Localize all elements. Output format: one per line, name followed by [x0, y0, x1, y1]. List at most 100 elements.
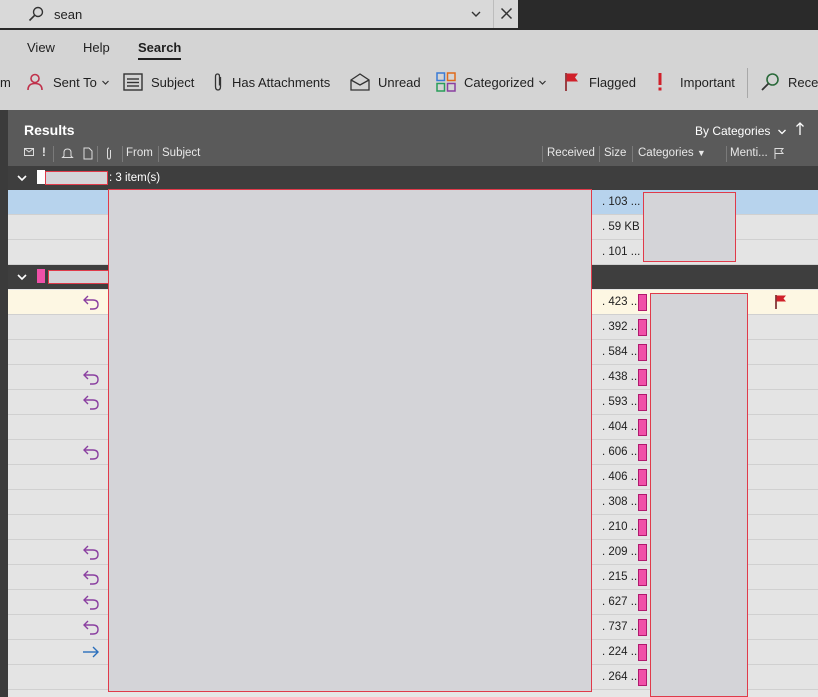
- category-swatch: [638, 619, 647, 636]
- column-divider: [726, 146, 727, 162]
- row-size: . 392 ...: [602, 321, 641, 333]
- arrange-by-dropdown[interactable]: By Categories: [695, 124, 787, 138]
- subject-button[interactable]: Subject: [123, 70, 194, 94]
- received-button[interactable]: Rece: [760, 70, 818, 94]
- row-size: . 308 ...: [602, 496, 641, 508]
- reminder-icon[interactable]: [61, 147, 74, 160]
- category-swatch: [37, 170, 45, 184]
- row-size: . 627 ...: [602, 596, 641, 608]
- category-swatch: [638, 444, 647, 461]
- column-divider: [158, 146, 159, 162]
- column-received[interactable]: Received: [547, 147, 595, 159]
- read-status-icon[interactable]: [24, 147, 36, 159]
- replied-icon: [82, 544, 100, 563]
- row-size: . 215 ...: [602, 571, 641, 583]
- has-attachments-button[interactable]: Has Attachments: [212, 70, 330, 94]
- column-divider: [599, 146, 600, 162]
- replied-icon: [82, 369, 100, 388]
- importance-column-icon[interactable]: !: [42, 147, 46, 159]
- column-categories-label: Categories: [638, 147, 694, 159]
- row-size: . 438 ...: [602, 371, 641, 383]
- row-size: . 406 ...: [602, 471, 641, 483]
- redacted-message-list: [108, 189, 592, 692]
- row-size: . 224 ...: [602, 646, 641, 658]
- tab-search[interactable]: Search: [138, 40, 182, 60]
- row-size: . 423 ...: [602, 296, 641, 308]
- chevron-down-icon: [777, 129, 786, 135]
- flag-icon: [565, 73, 578, 91]
- category-swatch: [638, 294, 647, 311]
- flag-status-icon[interactable]: [773, 147, 785, 160]
- flagged-button[interactable]: Flagged: [563, 70, 636, 94]
- categories-icon: [436, 72, 456, 92]
- subject-label: Subject: [151, 74, 195, 90]
- category-swatch: [638, 344, 647, 361]
- chevron-down-icon[interactable]: [16, 172, 28, 184]
- sent-to-button[interactable]: Sent To: [25, 70, 110, 94]
- group-count: : 3 item(s): [109, 172, 161, 184]
- chevron-down-icon[interactable]: [470, 8, 482, 20]
- column-from[interactable]: From: [126, 147, 153, 159]
- paperclip-icon: [214, 73, 222, 91]
- replied-icon: [82, 294, 100, 313]
- results-title: Results: [24, 122, 75, 138]
- row-size: . 584 ...: [602, 346, 641, 358]
- replied-icon: [82, 569, 100, 588]
- person-icon: [27, 73, 43, 91]
- column-headers: ! From Subject Received Size Categories …: [8, 142, 818, 166]
- category-swatch: [638, 469, 647, 486]
- search-icon: [28, 6, 44, 22]
- forwarded-icon: [82, 644, 100, 663]
- has-attachments-label: Has Attachments: [232, 74, 331, 90]
- tab-help[interactable]: Help: [83, 40, 110, 55]
- unread-button[interactable]: Unread: [350, 70, 421, 94]
- row-size: . 101 ...: [602, 246, 641, 258]
- document-icon[interactable]: [83, 147, 93, 160]
- ribbon-partial-button[interactable]: m: [0, 70, 11, 94]
- redacted-categories-1: [643, 192, 736, 262]
- results-header: Results By Categories: [8, 110, 818, 142]
- close-icon: [500, 7, 513, 20]
- sort-desc-icon: ▼: [696, 148, 706, 158]
- redacted-categories-2: [650, 293, 748, 697]
- category-swatch: [638, 669, 647, 686]
- importance-icon: [658, 73, 662, 91]
- attachment-column-icon[interactable]: [105, 147, 113, 160]
- chevron-down-icon: [101, 80, 109, 85]
- row-size: . 606 ...: [602, 446, 641, 458]
- category-swatch: [638, 569, 647, 586]
- search-query[interactable]: sean: [54, 7, 82, 22]
- flag-icon[interactable]: [774, 294, 788, 313]
- received-label: Rece: [788, 74, 818, 90]
- redacted-category-name: [45, 171, 108, 185]
- column-subject[interactable]: Subject: [162, 147, 200, 159]
- column-size[interactable]: Size: [604, 147, 626, 159]
- title-search-bar: sean: [0, 0, 818, 30]
- tab-view[interactable]: View: [27, 40, 55, 55]
- close-search-button[interactable]: [493, 0, 518, 28]
- ribbon: View Help Search m Sent To Subject Has A…: [0, 30, 818, 110]
- replied-icon: [82, 619, 100, 638]
- column-mentions[interactable]: Menti...: [730, 147, 768, 159]
- column-divider: [542, 146, 543, 162]
- category-swatch: [638, 594, 647, 611]
- sort-direction-icon[interactable]: [795, 122, 805, 136]
- categorized-label: Categorized: [464, 74, 535, 90]
- row-size: . 59 KB: [602, 221, 640, 233]
- arrange-by-label: By Categories: [695, 124, 771, 138]
- column-categories[interactable]: Categories ▼: [638, 147, 706, 159]
- categorized-button[interactable]: Categorized: [436, 70, 547, 94]
- row-size: . 103 ...: [602, 196, 641, 208]
- ribbon-partial-label: m: [0, 74, 11, 90]
- category-swatch: [638, 319, 647, 336]
- category-swatch: [37, 269, 45, 283]
- chevron-down-icon[interactable]: [16, 271, 28, 283]
- row-size: . 210 ...: [602, 521, 641, 533]
- group-header-1[interactable]: : 3 item(s): [8, 166, 818, 190]
- category-swatch: [638, 494, 647, 511]
- column-divider: [122, 146, 123, 162]
- sent-to-label: Sent To: [53, 74, 97, 90]
- category-swatch: [638, 394, 647, 411]
- search-input[interactable]: sean: [0, 0, 493, 28]
- important-button[interactable]: Important: [656, 70, 735, 94]
